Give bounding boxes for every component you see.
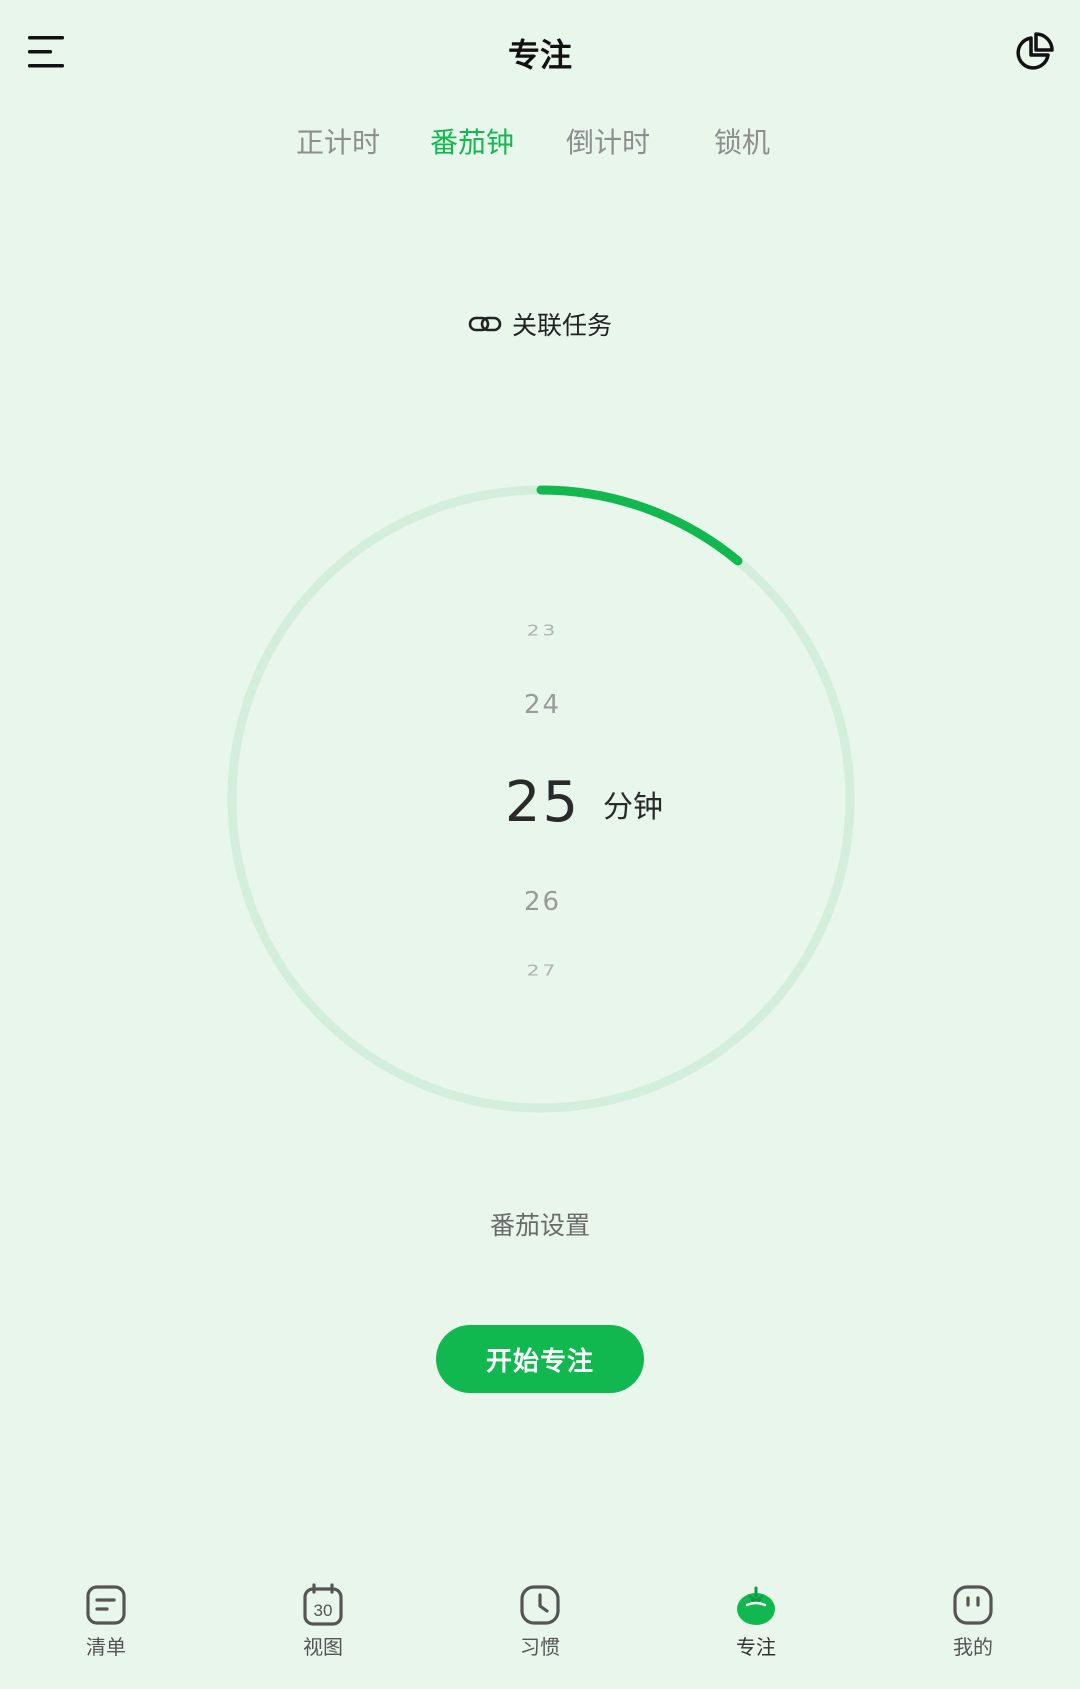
tab-lock[interactable]: 锁机: [687, 118, 797, 168]
nav-label-view: 视图: [303, 1635, 343, 1659]
start-focus-button[interactable]: 开始专注: [436, 1325, 644, 1393]
profile-icon: [953, 1585, 993, 1625]
statistics-button[interactable]: [1002, 20, 1066, 84]
nav-label-profile: 我的: [953, 1635, 993, 1659]
nav-item-habit[interactable]: 习惯: [480, 1583, 600, 1683]
list-icon: [86, 1585, 126, 1625]
progress-arc: [536, 485, 743, 566]
link-icon: [468, 316, 502, 332]
page-title: 专注: [507, 36, 572, 74]
nav-item-focus[interactable]: 专注: [696, 1583, 816, 1683]
link-task-label: 关联任务: [511, 311, 612, 340]
nav-label-focus: 专注: [736, 1635, 776, 1659]
calendar-day-number: 30: [314, 1601, 333, 1620]
clock-icon: [520, 1585, 560, 1625]
tab-countdown[interactable]: 倒计时: [553, 118, 663, 168]
tab-pomodoro[interactable]: 番茄钟: [417, 118, 527, 168]
calendar-icon: 30: [303, 1583, 343, 1626]
nav-item-profile[interactable]: 我的: [913, 1583, 1033, 1683]
bottom-nav: 清单 30 视图 习惯 专注 我的: [0, 1583, 1080, 1689]
nav-item-list[interactable]: 清单: [46, 1583, 166, 1683]
tomato-icon: [737, 1586, 775, 1625]
picker-value-prev-1: 24: [523, 690, 562, 720]
picker-value-prev-2: 23: [526, 621, 559, 639]
picker-value-next-1: 26: [523, 887, 562, 917]
pomodoro-settings-link[interactable]: 番茄设置: [0, 1206, 1080, 1242]
picker-value-next-2: 27: [526, 961, 559, 979]
header: 专注: [0, 0, 1080, 110]
link-task-button[interactable]: 关联任务: [0, 306, 1080, 342]
mode-tabs: 正计时 番茄钟 倒计时 锁机: [0, 118, 1080, 168]
picker-value-selected[interactable]: 25: [0, 770, 1080, 835]
pie-chart-icon: [1016, 32, 1054, 70]
picker-unit-label: 分钟: [603, 790, 663, 825]
nav-label-list: 清单: [86, 1635, 126, 1659]
tab-stopwatch[interactable]: 正计时: [283, 118, 393, 168]
nav-item-view[interactable]: 30 视图: [263, 1583, 383, 1683]
nav-label-habit: 习惯: [520, 1635, 560, 1659]
